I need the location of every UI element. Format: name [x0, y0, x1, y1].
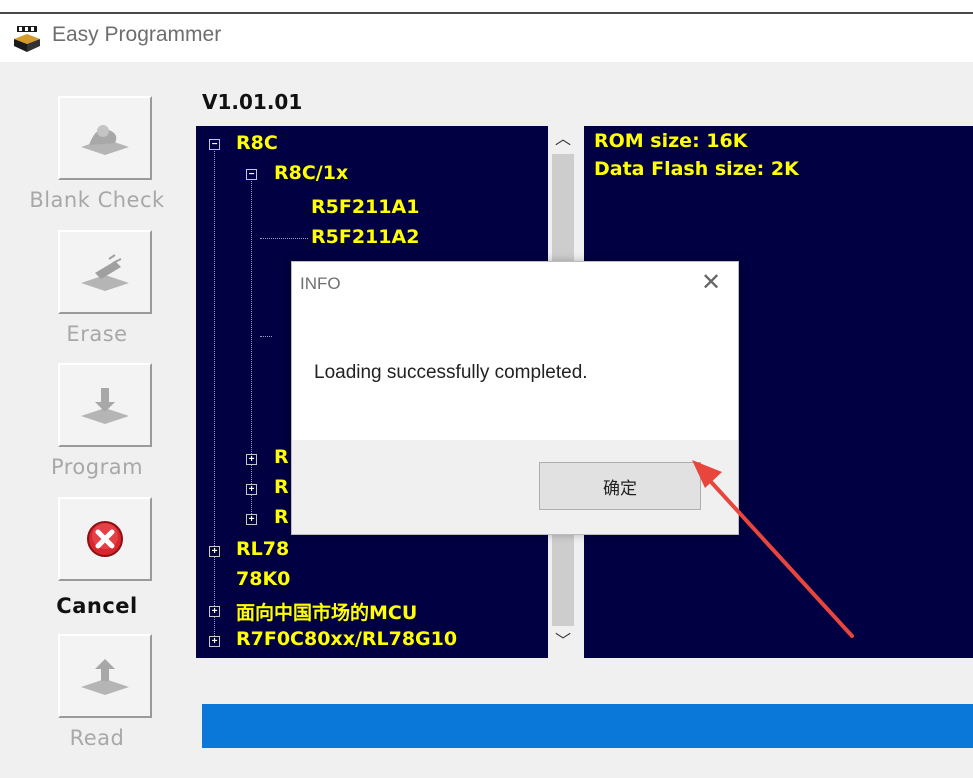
dialog-message: Loading successfully completed.	[314, 362, 588, 383]
version-label: V1.01.01	[202, 90, 303, 114]
chip-program-icon	[81, 388, 129, 424]
top-border	[0, 0, 973, 14]
tree-item-r8c-1x[interactable]: R8C/1x	[274, 162, 348, 184]
tree-item-china-mcu[interactable]: 面向中国市场的MCU	[236, 598, 417, 625]
collapse-icon[interactable]: −	[246, 169, 257, 180]
app-icon	[14, 26, 40, 52]
eraser-icon	[81, 254, 129, 291]
expand-icon[interactable]: +	[209, 636, 220, 647]
title-bar: Easy Programmer	[0, 14, 973, 62]
ok-button[interactable]: 确定	[539, 462, 701, 510]
data-flash-size-text: Data Flash size: 2K	[594, 158, 799, 180]
close-icon[interactable]: ✕	[695, 268, 727, 297]
scroll-down-icon[interactable]: ﹀	[548, 628, 578, 656]
info-dialog: INFO ✕ Loading successfully completed. 确…	[291, 261, 739, 535]
progress-bar	[202, 704, 973, 748]
blank-check-button[interactable]	[58, 96, 152, 180]
tree-item-group[interactable]: R	[274, 446, 289, 468]
collapse-icon[interactable]: −	[209, 139, 220, 150]
program-button[interactable]	[58, 363, 152, 447]
chip-check-icon	[81, 125, 129, 155]
tree-item-r8c[interactable]: R8C	[236, 132, 278, 154]
expand-icon[interactable]: +	[246, 484, 257, 495]
expand-icon[interactable]: +	[246, 514, 257, 525]
tree-item-r5f211a2[interactable]: R5F211A2	[311, 226, 419, 248]
expand-icon[interactable]: +	[209, 546, 220, 557]
dialog-title: INFO	[300, 274, 341, 293]
window-title: Easy Programmer	[52, 23, 222, 46]
program-label: Program	[50, 455, 144, 479]
blank-check-label: Blank Check	[29, 188, 165, 212]
cancel-label: Cancel	[56, 594, 138, 618]
cancel-button[interactable]	[58, 497, 152, 581]
tree-item-group[interactable]: R	[274, 476, 289, 498]
rom-size-text: ROM size: 16K	[594, 130, 748, 152]
tree-item-rl78[interactable]: RL78	[236, 538, 289, 560]
dialog-footer: 确定	[292, 440, 738, 534]
expand-icon[interactable]: +	[246, 454, 257, 465]
erase-label: Erase	[66, 322, 128, 346]
tree-item-78k0[interactable]: 78K0	[236, 568, 290, 590]
scroll-up-icon[interactable]: ︿	[548, 126, 578, 154]
expand-icon[interactable]: +	[209, 606, 220, 617]
read-button[interactable]	[58, 634, 152, 718]
tree-item-r7f0c80[interactable]: R7F0C80xx/RL78G10	[236, 628, 457, 650]
erase-button[interactable]	[58, 230, 152, 314]
read-label: Read	[69, 726, 125, 750]
cancel-icon	[87, 521, 123, 557]
tree-item-group[interactable]: R	[274, 506, 289, 528]
tree-item-r5f211a1[interactable]: R5F211A1	[311, 196, 419, 218]
chip-read-icon	[81, 659, 129, 695]
